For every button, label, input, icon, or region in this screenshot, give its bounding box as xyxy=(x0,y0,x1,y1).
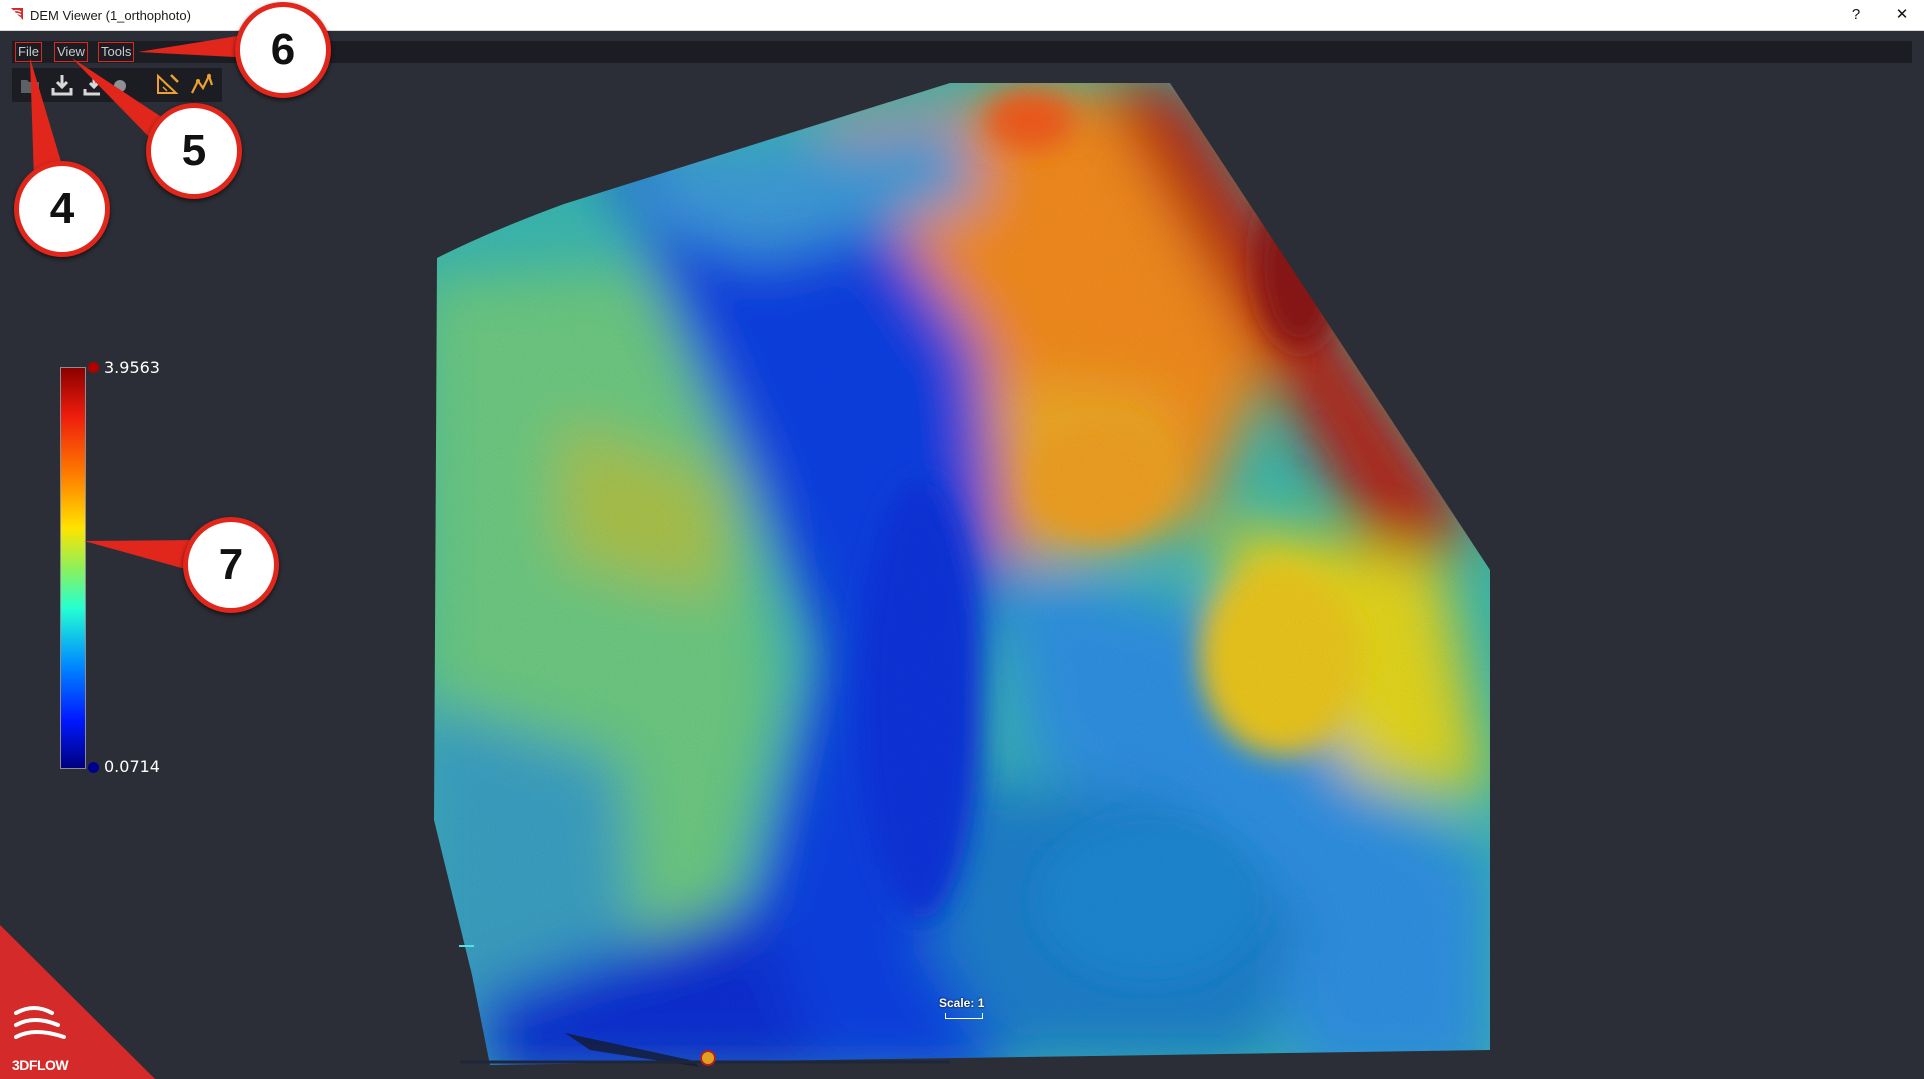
app-logo-icon xyxy=(10,8,23,20)
max-value-marker[interactable] xyxy=(88,362,99,373)
callout-5: 5 xyxy=(146,103,242,199)
callout-4: 4 xyxy=(14,161,110,257)
dem-map-view[interactable] xyxy=(0,70,1924,1070)
brand-corner xyxy=(0,925,155,1079)
min-value-marker[interactable] xyxy=(88,762,99,773)
help-button[interactable]: ? xyxy=(1833,0,1879,30)
callout-6: 6 xyxy=(235,2,331,98)
close-button[interactable]: ✕ xyxy=(1879,0,1924,30)
colorbar-min-label: 0.0714 xyxy=(104,757,160,776)
scale-bar xyxy=(945,1013,983,1019)
menu-view[interactable]: View xyxy=(54,42,88,62)
menu-file[interactable]: File xyxy=(15,42,42,62)
menu-tools[interactable]: Tools xyxy=(98,42,135,62)
colorbar-max-label: 3.9563 xyxy=(104,358,160,377)
brand-name: 3DFLOW xyxy=(12,1057,69,1073)
callout-7: 7 xyxy=(183,517,279,613)
colorbar-gradient xyxy=(60,367,86,769)
scale-label: Scale: 1 xyxy=(939,996,985,1010)
window-title: DEM Viewer (1_orthophoto) xyxy=(30,8,191,23)
